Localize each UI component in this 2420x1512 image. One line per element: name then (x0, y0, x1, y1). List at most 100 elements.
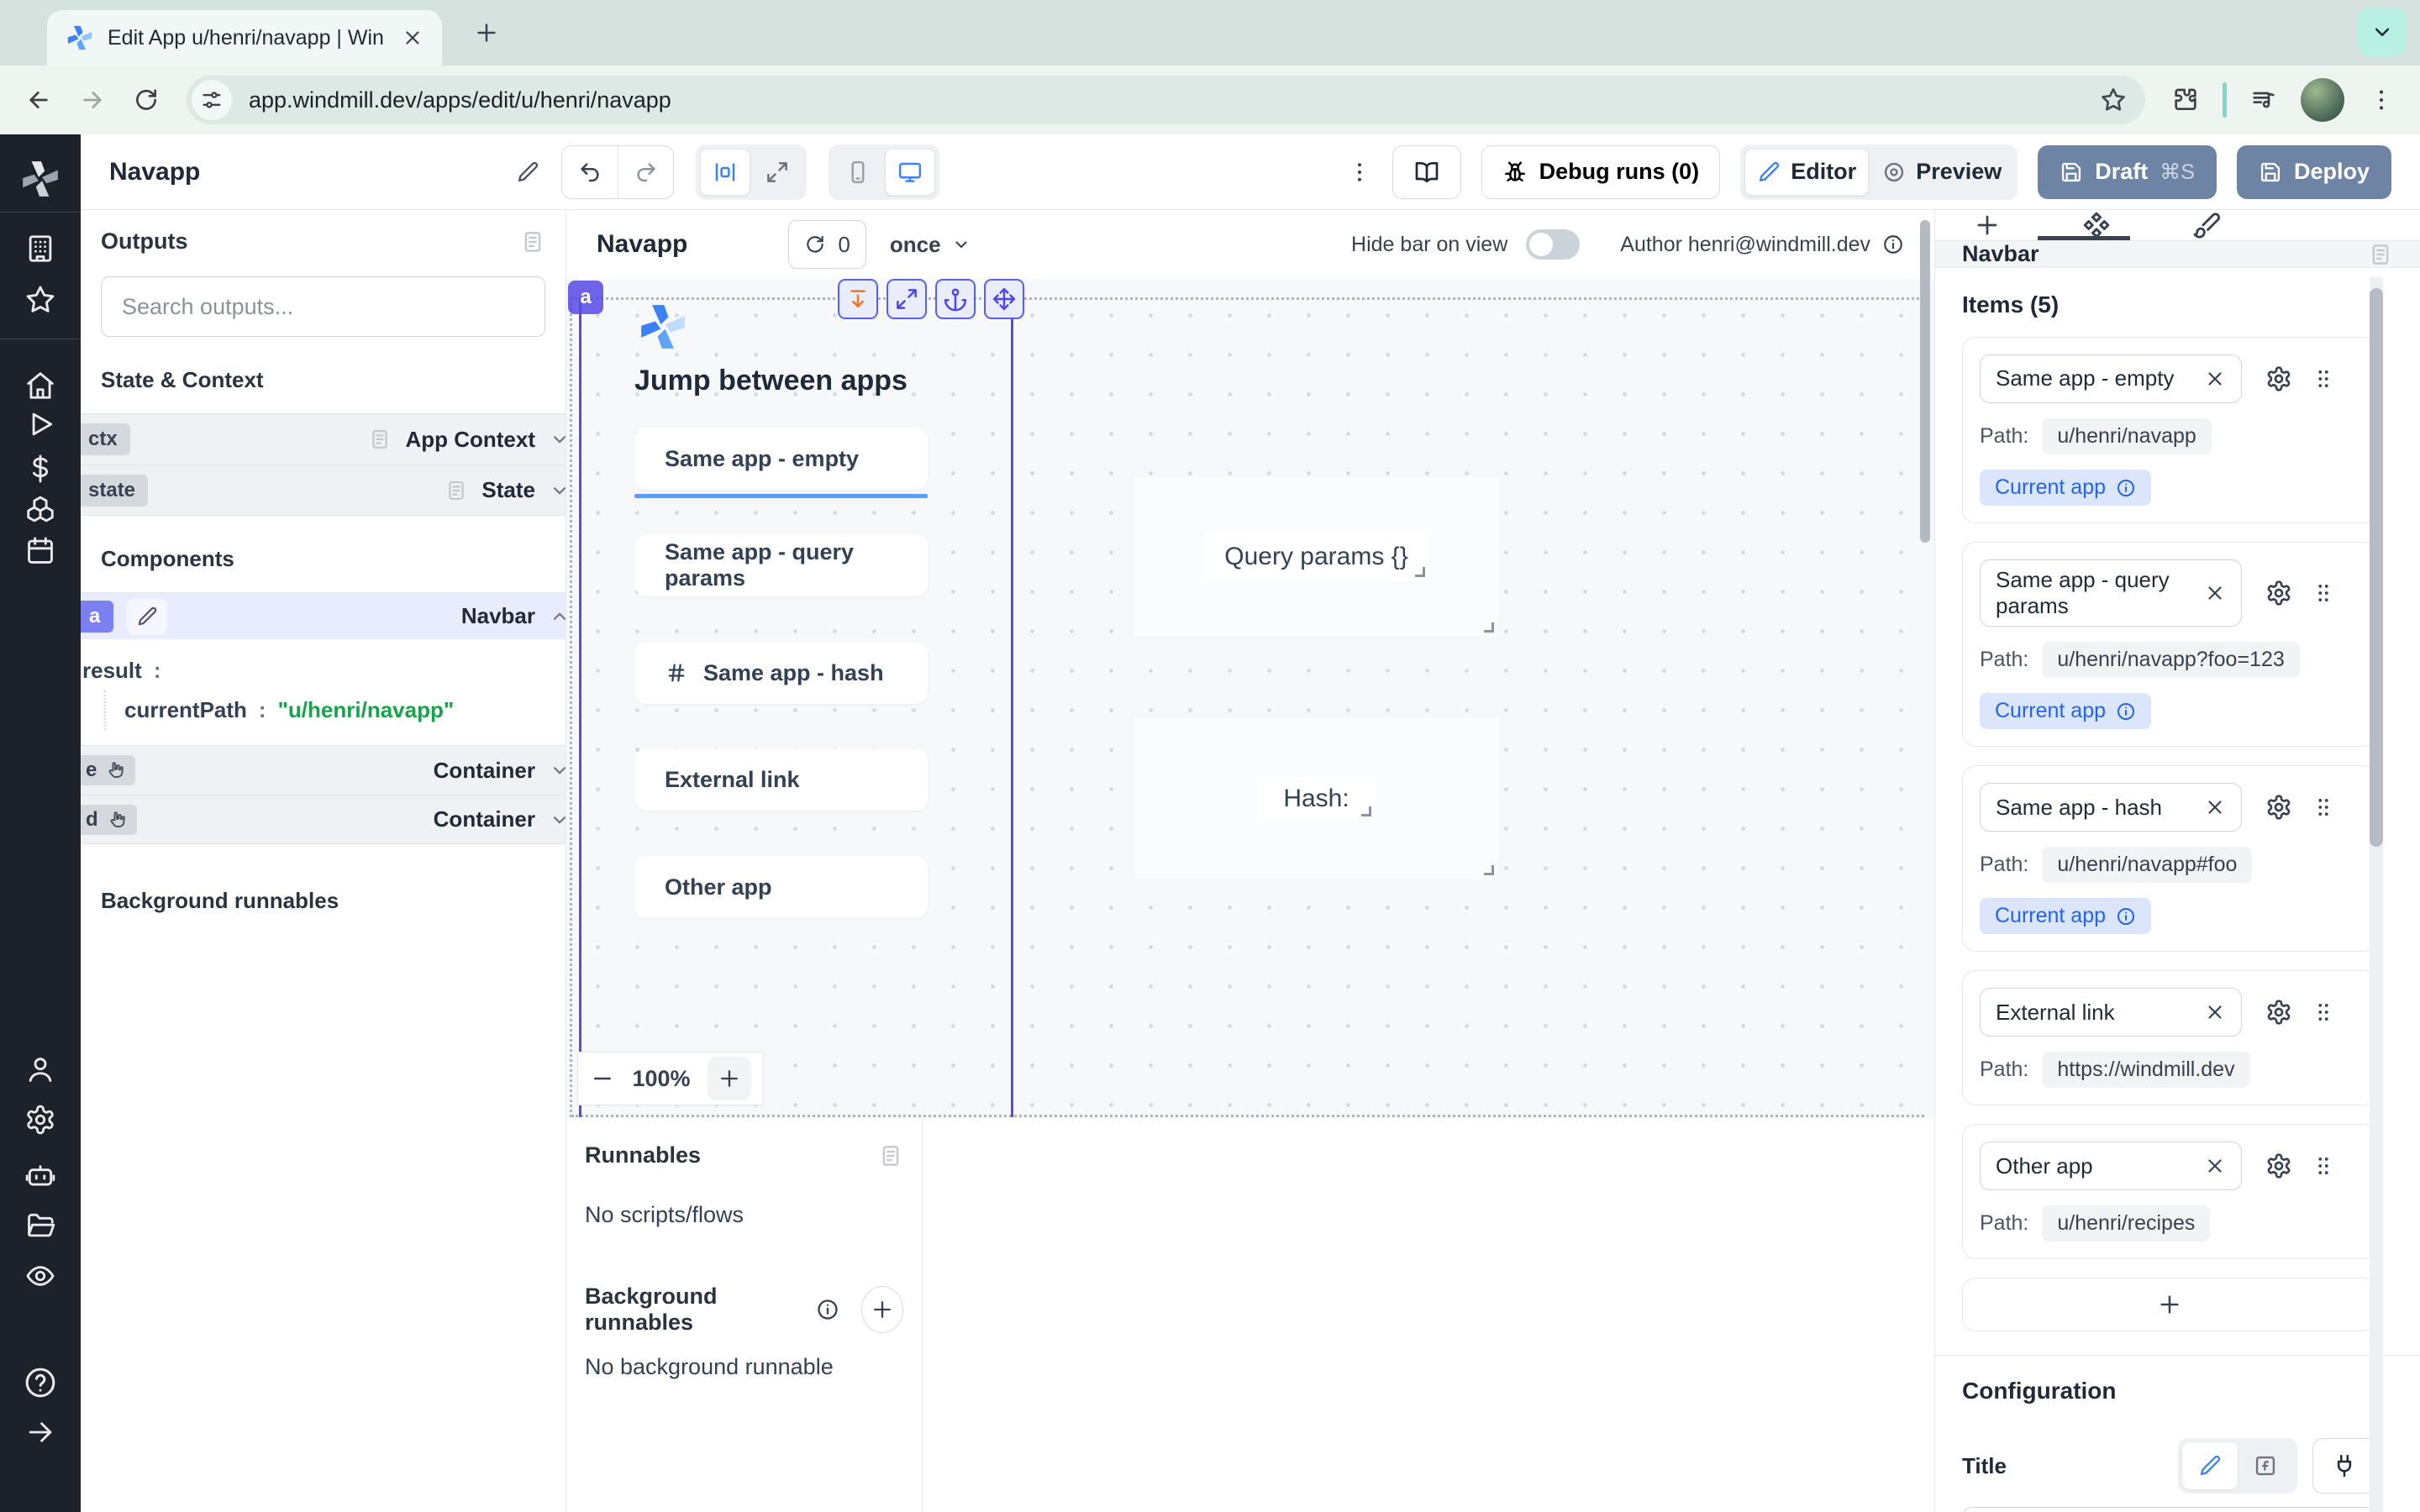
edit-component-id-button[interactable] (127, 599, 167, 634)
deploy-button[interactable]: Deploy (2237, 145, 2391, 199)
drag-handle-icon[interactable] (2311, 1153, 2336, 1179)
runs-icon[interactable] (24, 408, 56, 440)
resize-handle[interactable] (1361, 806, 1371, 816)
home-icon[interactable] (24, 370, 56, 402)
nav-item-hash[interactable]: Same app - hash (634, 642, 928, 704)
item-settings-icon[interactable] (2265, 794, 2292, 821)
item-path[interactable]: u/henri/navapp (2042, 418, 2211, 454)
doc-icon[interactable] (878, 1143, 903, 1168)
workers-icon[interactable] (24, 1159, 56, 1191)
component-row-navbar[interactable]: a Navbar (81, 592, 566, 639)
fill-height-button[interactable] (838, 279, 878, 319)
clear-icon[interactable] (2204, 582, 2226, 604)
hash-container[interactable]: Hash: (1134, 717, 1498, 879)
workspace-icon[interactable] (24, 233, 56, 265)
mobile-view-button[interactable] (833, 149, 883, 196)
expand-component-button[interactable] (886, 279, 927, 319)
forward-button[interactable] (79, 87, 106, 113)
item-label-input[interactable]: Same app - empty (1980, 354, 2242, 403)
chevron-down-icon[interactable] (549, 809, 566, 831)
item-label-input[interactable]: Same app - query params (1980, 559, 2242, 627)
hide-bar-toggle[interactable] (1526, 229, 1580, 260)
info-icon[interactable] (2116, 478, 2136, 498)
move-component-button[interactable] (984, 279, 1024, 319)
tab-styling[interactable] (2192, 211, 2221, 239)
tab-search-button[interactable] (2358, 8, 2407, 56)
chevron-down-icon[interactable] (549, 428, 566, 450)
item-settings-icon[interactable] (2265, 365, 2292, 392)
item-settings-icon[interactable] (2265, 1152, 2292, 1179)
item-settings-icon[interactable] (2265, 580, 2292, 606)
item-label-input[interactable]: External link (1980, 988, 2242, 1037)
chevron-down-icon[interactable] (549, 759, 566, 781)
search-outputs-input[interactable] (101, 276, 545, 337)
doc-icon[interactable] (2368, 242, 2393, 267)
desktop-view-button[interactable] (885, 149, 935, 196)
expression-mode-button[interactable] (2238, 1442, 2293, 1489)
fullwidth-layout-button[interactable] (752, 149, 802, 196)
canvas-scrollbar[interactable] (1920, 220, 1930, 543)
item-settings-icon[interactable] (2265, 999, 2292, 1026)
bookmark-star-icon[interactable] (2100, 87, 2127, 113)
resources-icon[interactable] (24, 495, 56, 527)
output-row-ctx[interactable]: ctx App Context (81, 413, 566, 465)
item-path[interactable]: u/henri/recipes (2042, 1205, 2210, 1242)
audit-logs-icon[interactable] (24, 1260, 56, 1292)
variables-icon[interactable] (24, 453, 56, 485)
rename-app-icon[interactable] (516, 160, 539, 184)
more-menu-icon[interactable] (1347, 160, 1372, 185)
docs-button[interactable] (1392, 145, 1461, 199)
selected-component-tag[interactable]: a (568, 281, 603, 314)
browser-tab[interactable]: Edit App u/henri/navapp | Win (47, 10, 442, 66)
nav-item-same-app-empty[interactable]: Same app - empty (634, 428, 928, 490)
panel-scrollbar-thumb[interactable] (2370, 288, 2383, 847)
omnibox[interactable]: app.windmill.dev/apps/edit/u/henri/navap… (187, 76, 2145, 124)
item-path[interactable]: https://windmill.dev (2042, 1052, 2249, 1088)
back-button[interactable] (25, 87, 52, 113)
site-settings-chip[interactable] (192, 80, 232, 120)
info-icon[interactable] (2116, 701, 2136, 722)
help-icon[interactable] (24, 1366, 57, 1399)
refresh-button[interactable]: 0 (788, 220, 865, 269)
centered-layout-button[interactable] (700, 149, 750, 196)
title-value-input[interactable]: Jump between apps (1962, 1507, 2376, 1512)
collapse-rail-icon[interactable] (24, 1416, 56, 1448)
info-icon[interactable] (1882, 234, 1904, 255)
doc-icon[interactable] (520, 229, 545, 255)
reload-button[interactable] (133, 87, 160, 113)
drag-handle-icon[interactable] (2311, 580, 2336, 606)
media-playlist-icon[interactable] (2250, 87, 2277, 113)
clear-icon[interactable] (2204, 1155, 2226, 1177)
chevron-down-icon[interactable] (549, 480, 566, 501)
info-icon[interactable] (816, 1298, 839, 1321)
drag-handle-icon[interactable] (2311, 1000, 2336, 1025)
nav-item-external-link[interactable]: External link (634, 748, 928, 811)
favorites-icon[interactable] (24, 284, 56, 316)
app-canvas[interactable]: a Jump between apps Same app - empty (566, 279, 1934, 1119)
nav-item-other-app[interactable]: Other app (634, 856, 928, 918)
schedules-icon[interactable] (24, 535, 56, 567)
windmill-logo[interactable] (19, 158, 61, 200)
extensions-icon[interactable] (2172, 87, 2199, 113)
nav-item-query-params[interactable]: Same app - query params (634, 534, 928, 596)
item-label-input[interactable]: Other app (1980, 1142, 2242, 1190)
connect-button[interactable] (2312, 1438, 2376, 1494)
anchor-component-button[interactable] (935, 279, 976, 319)
clear-icon[interactable] (2204, 368, 2226, 390)
info-icon[interactable] (2116, 906, 2136, 927)
add-background-runnable-button[interactable] (861, 1286, 903, 1333)
component-row-d[interactable]: d Container (81, 795, 566, 844)
users-icon[interactable] (24, 1053, 56, 1085)
clear-icon[interactable] (2204, 1001, 2226, 1023)
draft-button[interactable]: Draft ⌘S (2038, 145, 2217, 199)
resize-handle[interactable] (1484, 865, 1494, 875)
add-nav-item-button[interactable] (1962, 1278, 2376, 1331)
drag-handle-icon[interactable] (2311, 795, 2336, 820)
run-mode-dropdown[interactable]: once (890, 232, 971, 258)
tab-close-icon[interactable] (402, 27, 424, 49)
tab-preview[interactable]: Preview (1870, 149, 2013, 196)
undo-button[interactable] (562, 146, 618, 198)
resize-handle[interactable] (1484, 622, 1494, 633)
item-path[interactable]: u/henri/navapp#foo (2042, 847, 2252, 883)
tab-add-component[interactable] (1974, 212, 2001, 239)
